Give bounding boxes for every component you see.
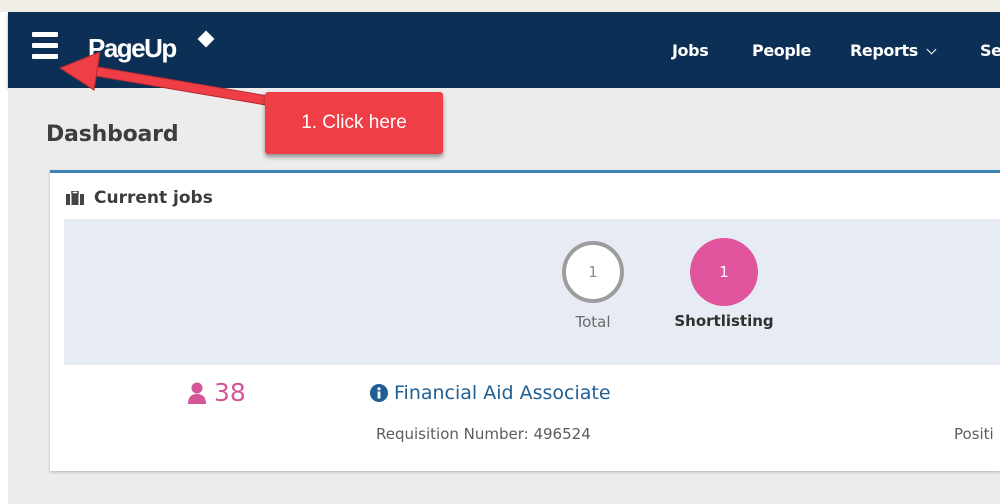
total-count-circle: 1 bbox=[562, 241, 624, 303]
requisition-number: Requisition Number: 496524 bbox=[376, 425, 591, 443]
briefcase-icon bbox=[66, 191, 84, 205]
nav-jobs[interactable]: Jobs bbox=[672, 36, 709, 66]
dashboard-content: Dashboard Current jobs 1 Total 1 Shortli… bbox=[8, 88, 1000, 504]
position-label-cut: Positi bbox=[954, 425, 994, 443]
applicant-count: 38 bbox=[214, 378, 246, 407]
job-title-link[interactable]: Financial Aid Associate bbox=[394, 379, 611, 407]
chevron-down-icon bbox=[926, 44, 937, 55]
shortlisting-count-circle: 1 bbox=[690, 238, 758, 306]
nav-people[interactable]: People bbox=[752, 36, 811, 66]
top-border bbox=[0, 0, 1000, 12]
stat-shortlisting[interactable]: 1 Shortlisting bbox=[674, 238, 774, 330]
info-icon[interactable] bbox=[370, 384, 388, 402]
nav-reports-label: Reports bbox=[850, 41, 918, 60]
page-title: Dashboard bbox=[46, 122, 179, 147]
click-here-callout: 1. Click here bbox=[265, 92, 443, 154]
total-label: Total bbox=[575, 313, 611, 331]
top-navbar: PageUp Jobs People Reports Se bbox=[8, 12, 1000, 88]
nav-search-cut[interactable]: Se bbox=[980, 36, 1000, 66]
stat-total[interactable]: 1 Total bbox=[558, 241, 628, 331]
main-nav: Jobs People Reports Se bbox=[8, 36, 1000, 66]
nav-reports[interactable]: Reports bbox=[850, 36, 937, 66]
job-row: 38 Financial Aid Associate Requisition N… bbox=[50, 369, 1000, 469]
shortlisting-label: Shortlisting bbox=[674, 312, 774, 330]
current-jobs-card: Current jobs 1 Total 1 Shortlisting 38 F… bbox=[50, 170, 1000, 471]
person-icon bbox=[188, 382, 206, 404]
job-stats-band: 1 Total 1 Shortlisting bbox=[64, 219, 1000, 365]
card-title: Current jobs bbox=[94, 188, 213, 208]
